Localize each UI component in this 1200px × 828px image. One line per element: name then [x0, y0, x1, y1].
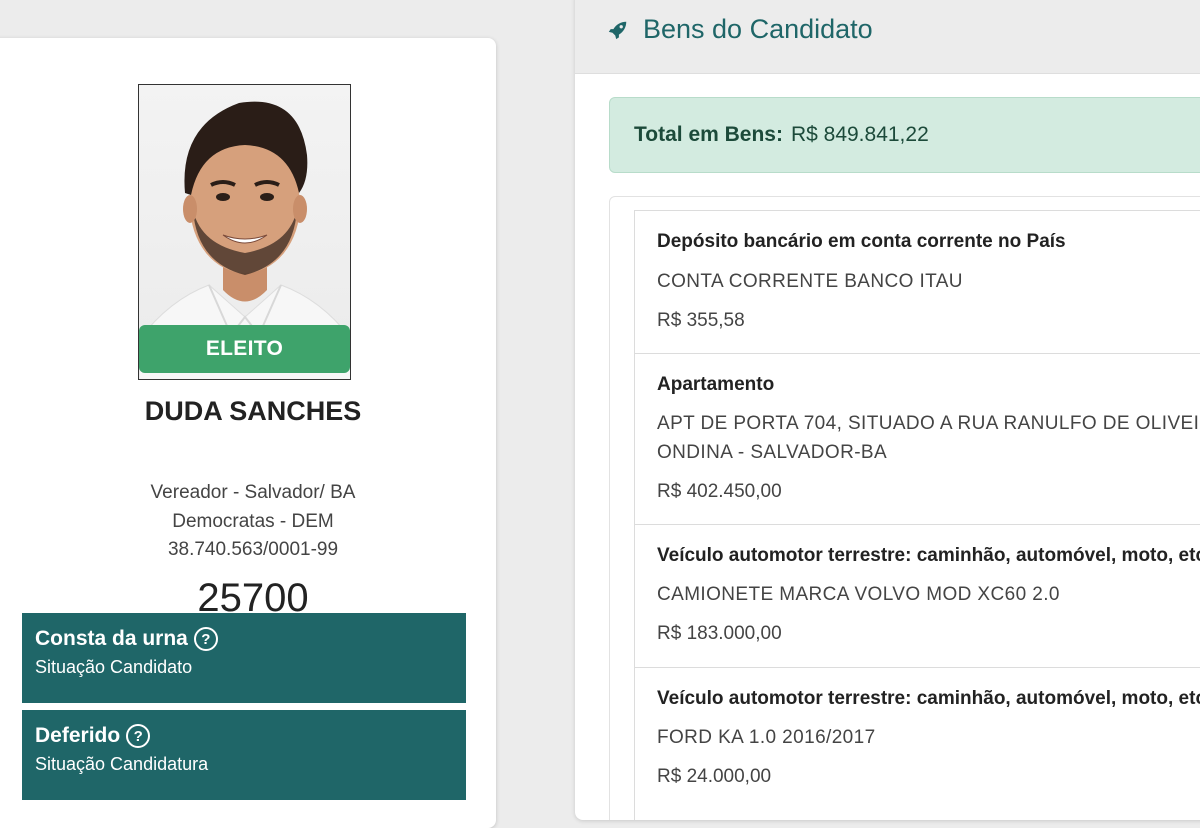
asset-value: R$ 183.000,00: [657, 623, 782, 644]
asset-value: R$ 402.450,00: [657, 481, 782, 502]
rocket-icon: [608, 21, 627, 39]
status-box-candidate: Consta da urna ? Situação Candidato: [22, 613, 466, 703]
panel-header: Bens do Candidato: [575, 0, 1200, 74]
asset-description: FORD KA 1.0 2016/2017: [657, 727, 876, 748]
asset-description: CONTA CORRENTE BANCO ITAU: [657, 271, 963, 292]
candidate-photo: ELEITO: [138, 84, 351, 380]
asset-type: Veículo automotor terrestre: caminhão, a…: [657, 545, 1200, 566]
assets-panel: Bens do Candidato Total em Bens: R$ 849.…: [575, 0, 1200, 820]
candidate-cnpj: 38.740.563/0001-99: [167, 539, 339, 560]
asset-description: APT DE PORTA 704, SITUADO A RUA RANULFO …: [657, 413, 1200, 434]
asset-type: Apartamento: [657, 374, 775, 395]
status-box-candidacy: Deferido ? Situação Candidatura: [22, 710, 466, 800]
asset-description: CAMIONETE MARCA VOLVO MOD XC60 2.0: [657, 584, 1060, 605]
panel-title: Bens do Candidato: [607, 14, 873, 45]
status-subtitle: Situação Candidatura: [35, 754, 209, 774]
assets-list-container: Depósito bancário em conta corrente no P…: [609, 196, 1200, 820]
asset-value: R$ 24.000,00: [657, 766, 772, 787]
candidate-party: Democratas - DEM: [172, 511, 334, 532]
status-title: Consta da urna: [35, 627, 188, 650]
asset-type: Veículo automotor terrestre: caminhão, a…: [657, 688, 1200, 709]
help-icon[interactable]: ?: [193, 627, 218, 651]
candidate-role: Vereador - Salvador/ BA: [150, 482, 356, 503]
status-subtitle: Situação Candidato: [35, 657, 193, 677]
asset-type: Depósito bancário em conta corrente no P…: [657, 231, 1066, 252]
asset-item: Apartamento APT DE PORTA 704, SITUADO A …: [635, 354, 1200, 525]
total-assets-box: Total em Bens: R$ 849.841,22: [609, 97, 1200, 173]
assets-list: Depósito bancário em conta corrente no P…: [634, 210, 1200, 820]
total-value: R$ 849.841,22: [790, 123, 929, 146]
panel-title-text: Bens do Candidato: [643, 14, 873, 44]
candidate-name: DUDA SANCHES: [144, 396, 362, 426]
asset-value: R$ 355,58: [657, 310, 745, 331]
candidate-card: ELEITO DUDA SANCHES Vereador - Salvador/…: [0, 38, 496, 828]
asset-item: Veículo automotor terrestre: caminhão, a…: [635, 525, 1200, 668]
help-icon[interactable]: ?: [126, 724, 151, 748]
elected-badge: ELEITO: [139, 325, 350, 373]
asset-description: ONDINA - SALVADOR-BA: [657, 442, 888, 463]
asset-item: Depósito bancário em conta corrente no P…: [635, 211, 1200, 354]
asset-item: Veículo automotor terrestre: caminhão, a…: [635, 668, 1200, 811]
total-label: Total em Bens:: [634, 123, 783, 146]
status-title: Deferido: [35, 724, 121, 747]
